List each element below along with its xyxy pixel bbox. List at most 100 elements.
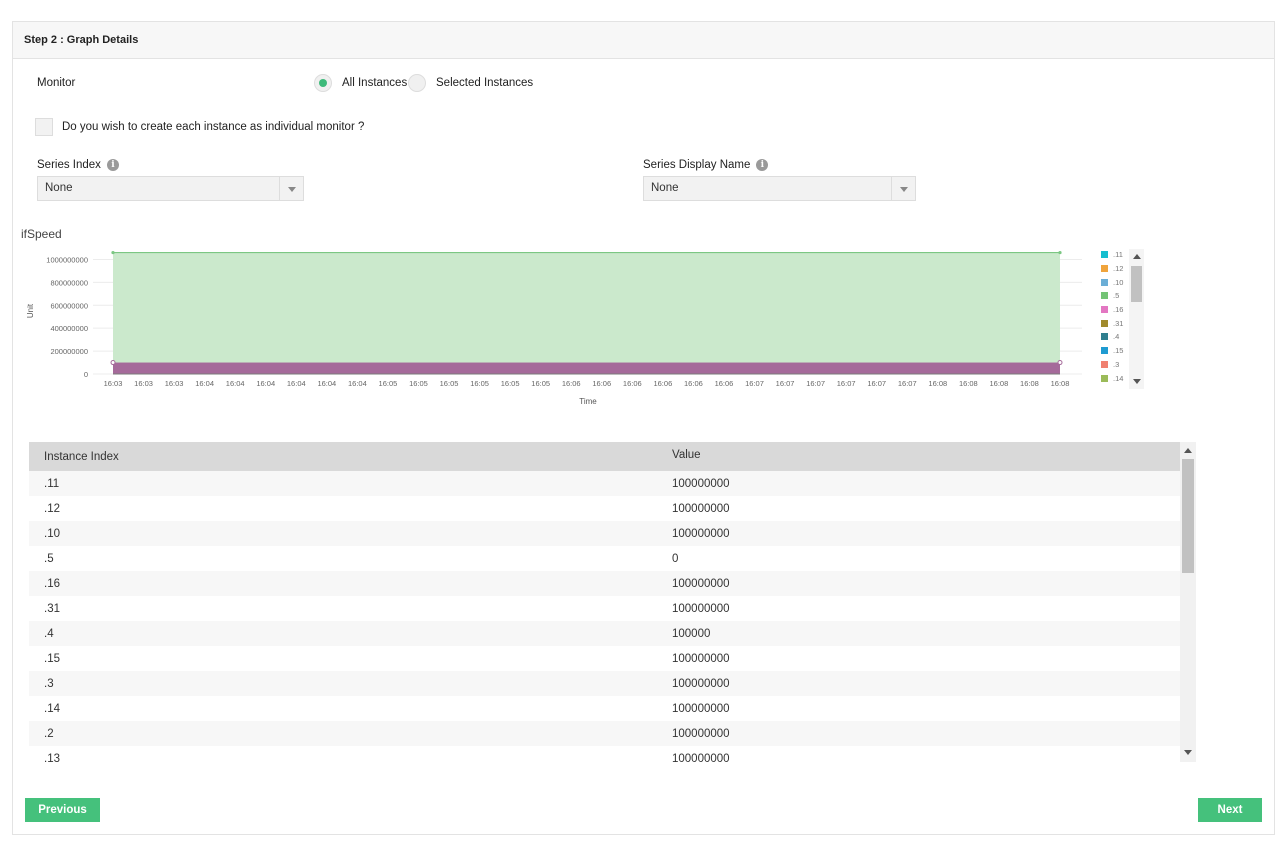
chevron-down-icon[interactable] — [1133, 379, 1141, 384]
instance-index-cell: .16 — [44, 578, 60, 590]
data-point — [111, 250, 115, 255]
legend-swatch — [1101, 347, 1108, 355]
table-row[interactable]: .12 100000000 — [29, 496, 1196, 521]
table-row[interactable]: .11 100000000 — [29, 471, 1196, 496]
x-tick-label: 16:08 — [928, 379, 947, 388]
x-tick-label: 16:08 — [990, 379, 1009, 388]
individual-monitor-checkbox[interactable] — [35, 118, 53, 136]
all-instances-radio[interactable] — [314, 74, 332, 92]
legend-label: .14 — [1113, 373, 1124, 383]
data-point — [1058, 250, 1062, 255]
chevron-down-icon[interactable] — [891, 177, 915, 200]
instance-index-cell: .5 — [44, 553, 54, 565]
base-band — [113, 362, 1060, 374]
x-tick-label: 16:05 — [440, 379, 459, 388]
value-cell: 100000000 — [672, 678, 730, 690]
header-value: Value — [672, 449, 701, 461]
instance-index-cell: .2 — [44, 728, 54, 740]
x-tick-label: 16:03 — [165, 379, 184, 388]
table-row[interactable]: .15 100000000 — [29, 646, 1196, 671]
data-point — [1057, 360, 1063, 366]
x-tick-label: 16:05 — [409, 379, 428, 388]
y-axis-label: Unit — [26, 303, 35, 318]
x-tick-label: 16:04 — [317, 379, 336, 388]
value-cell: 100000000 — [672, 703, 730, 715]
series-display-name-select[interactable]: None — [643, 176, 916, 201]
x-tick-label: 16:07 — [745, 379, 764, 388]
chevron-up-icon[interactable] — [1184, 448, 1192, 453]
all-instances-label[interactable]: All Instances — [342, 77, 407, 89]
table-row[interactable]: .5 0 — [29, 546, 1196, 571]
x-tick-label: 16:07 — [867, 379, 886, 388]
chevron-down-icon[interactable] — [1184, 750, 1192, 755]
chevron-down-icon[interactable] — [279, 177, 303, 200]
info-icon[interactable]: i — [106, 159, 119, 171]
selected-instances-label[interactable]: Selected Instances — [436, 77, 533, 89]
x-tick-label: 16:04 — [226, 379, 245, 388]
x-tick-label: 16:07 — [806, 379, 825, 388]
x-tick-label: 16:05 — [531, 379, 550, 388]
value-cell: 100000000 — [672, 503, 730, 515]
chevron-up-icon[interactable] — [1133, 254, 1141, 259]
y-tick-label: 600000000 — [50, 301, 88, 310]
legend-label: .15 — [1113, 346, 1124, 356]
x-tick-label: 16:03 — [134, 379, 153, 388]
x-tick-label: 16:04 — [348, 379, 367, 388]
instance-index-cell: .13 — [44, 753, 60, 762]
table-row[interactable]: .16 100000000 — [29, 571, 1196, 596]
legend-swatch — [1101, 278, 1108, 286]
x-tick-label: 16:08 — [959, 379, 978, 388]
legend-label: .3 — [1113, 359, 1120, 369]
next-button[interactable]: Next — [1198, 798, 1262, 822]
x-tick-label: 16:04 — [256, 379, 275, 388]
instance-table: Instance Index Value .11 100000000 .12 1000… — [29, 442, 1196, 762]
ifspeed-area-chart: 0 200000000 400000000 600000000 800000000 100… — [26, 250, 1082, 406]
instance-index-cell: .12 — [44, 503, 60, 515]
instance-index-cell: .31 — [44, 603, 60, 615]
value-cell: 100000000 — [672, 478, 730, 490]
y-tick-label: 200000000 — [50, 347, 88, 356]
table-header: Instance Index Value — [29, 442, 1196, 471]
previous-button[interactable]: Previous — [25, 798, 100, 822]
y-tick-label: 400000000 — [50, 324, 88, 333]
legend-swatch — [1101, 319, 1108, 327]
legend-label: .12 — [1113, 264, 1124, 274]
x-tick-label: 16:06 — [562, 379, 581, 388]
legend-label: .10 — [1113, 277, 1124, 287]
value-cell: 100000000 — [672, 578, 730, 590]
instance-index-cell: .11 — [44, 478, 60, 490]
table-row[interactable]: .2 100000000 — [29, 721, 1196, 746]
x-tick-label: 16:04 — [195, 379, 214, 388]
instance-index-cell: .14 — [44, 703, 60, 715]
instance-index-cell: .10 — [44, 528, 60, 540]
table-scrollbar-thumb[interactable] — [1182, 459, 1194, 573]
legend-scrollbar-thumb[interactable] — [1131, 266, 1142, 302]
table-row[interactable]: .4 100000 — [29, 621, 1196, 646]
info-icon[interactable]: i — [756, 159, 769, 171]
individual-monitor-label[interactable]: Do you wish to create each instance as i… — [62, 121, 364, 133]
y-tick-label: 0 — [84, 370, 88, 379]
legend-swatch — [1101, 360, 1108, 368]
series-index-field-label: Series Index i — [37, 159, 119, 171]
instance-index-cell: .15 — [44, 653, 60, 665]
legend-label: .4 — [1113, 332, 1120, 342]
value-cell: 100000000 — [672, 603, 730, 615]
legend-swatch — [1101, 306, 1108, 314]
x-tick-label: 16:06 — [684, 379, 703, 388]
series-index-value: None — [45, 182, 73, 194]
x-tick-label: 16:05 — [470, 379, 489, 388]
x-tick-label: 16:05 — [501, 379, 520, 388]
series-index-label: Series Index — [37, 159, 101, 172]
value-cell: 100000000 — [672, 653, 730, 665]
table-row[interactable]: .10 100000000 — [29, 521, 1196, 546]
legend-swatch — [1101, 265, 1108, 273]
x-axis-label: Time — [579, 397, 597, 406]
table-row[interactable]: .13 100000000 — [29, 746, 1196, 762]
series-index-select[interactable]: None — [37, 176, 304, 201]
table-row[interactable]: .3 100000000 — [29, 671, 1196, 696]
x-tick-label: 16:06 — [653, 379, 672, 388]
table-row[interactable]: .31 100000000 — [29, 596, 1196, 621]
value-cell: 100000000 — [672, 528, 730, 540]
selected-instances-radio[interactable] — [408, 74, 426, 92]
table-row[interactable]: .14 100000000 — [29, 696, 1196, 721]
